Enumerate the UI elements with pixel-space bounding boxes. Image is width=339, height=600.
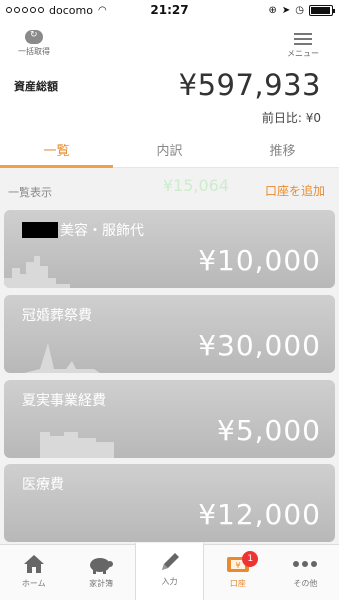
status-time: 21:27 <box>150 3 189 17</box>
bulk-fetch-button[interactable]: 一括取得 <box>14 30 54 57</box>
tabbar-label: その他 <box>293 579 318 588</box>
hamburger-icon <box>294 33 312 45</box>
account-card[interactable]: 夏実事業経費 ¥5,000 <box>4 380 335 458</box>
tab-list[interactable]: 一覧 <box>0 132 113 168</box>
view-tabs: 一覧 内訳 推移 <box>0 132 339 168</box>
account-card[interactable]: 冠婚葬祭費 ¥30,000 <box>4 295 335 373</box>
more-icon <box>272 551 339 577</box>
piggy-bank-icon <box>67 551 134 577</box>
status-right: ⊕ ➤ ◷ <box>213 4 335 16</box>
total-assets-label: 資産総額 <box>14 80 58 93</box>
status-left: docomo ◠ <box>6 4 126 17</box>
account-name: 美容・服飾代 <box>22 220 144 240</box>
status-bar: docomo ◠ 21:27 ⊕ ➤ ◷ <box>0 0 339 20</box>
signal-strength-icon <box>6 7 44 13</box>
account-name: 冠婚葬祭費 <box>22 308 92 324</box>
svg-text:¥: ¥ <box>235 561 240 570</box>
tab-trend[interactable]: 推移 <box>226 132 339 167</box>
tabbar-item-household[interactable]: 家計簿 <box>67 545 134 600</box>
faded-amount: ¥15,064 <box>162 176 229 195</box>
total-assets-value: ¥597,933 <box>178 68 321 102</box>
list-header: ¥15,064 一覧表示 口座を追加 <box>0 176 339 206</box>
account-balance: ¥10,000 <box>198 244 321 277</box>
battery-icon <box>309 4 335 16</box>
pencil-icon <box>136 549 203 575</box>
tabbar-label: ホーム <box>21 579 46 588</box>
wifi-icon: ◠ <box>97 4 107 16</box>
redacted-block <box>22 222 58 238</box>
account-name: 医療費 <box>22 477 64 493</box>
account-balance: ¥12,000 <box>198 498 321 531</box>
tab-breakdown[interactable]: 内訳 <box>113 132 226 167</box>
alarm-icon: ◷ <box>295 4 304 16</box>
account-balance: ¥5,000 <box>217 414 321 447</box>
tabbar-label: 家計簿 <box>89 579 114 588</box>
add-account-button[interactable]: 口座を追加 <box>265 182 325 199</box>
bottom-tab-bar: ホーム 家計簿 入力 ¥ 1 口座 その他 <box>0 543 339 600</box>
account-card[interactable]: 医療費 ¥12,000 <box>4 464 335 542</box>
balance-sparkline <box>4 432 114 458</box>
cloud-refresh-icon <box>25 30 43 44</box>
carrier-name: docomo <box>49 3 93 17</box>
wallet-icon: ¥ <box>204 551 271 577</box>
bulk-fetch-label: 一括取得 <box>18 47 50 56</box>
menu-label: メニュー <box>287 49 319 58</box>
home-icon <box>0 551 67 577</box>
balance-sparkline <box>4 343 100 373</box>
tabbar-label: 入力 <box>161 577 178 586</box>
tabbar-item-input[interactable]: 入力 <box>134 543 205 600</box>
location-icon: ➤ <box>281 4 291 16</box>
rotation-lock-icon: ⊕ <box>268 4 277 16</box>
list-view-label: 一覧表示 <box>8 186 52 199</box>
tabbar-item-more[interactable]: その他 <box>272 545 339 600</box>
account-card[interactable]: 美容・服飾代 ¥10,000 <box>4 210 335 288</box>
tabbar-item-accounts[interactable]: ¥ 1 口座 <box>204 545 271 600</box>
day-over-day-diff: 前日比: ¥0 <box>261 111 321 125</box>
tabbar-item-home[interactable]: ホーム <box>0 545 67 600</box>
balance-sparkline <box>4 256 70 288</box>
account-balance: ¥30,000 <box>198 329 321 362</box>
menu-button[interactable]: メニュー <box>283 30 323 59</box>
tabbar-label: 口座 <box>229 579 246 588</box>
asset-header: 一括取得 メニュー 資産総額 ¥597,933 前日比: ¥0 <box>0 20 339 132</box>
account-name: 夏実事業経費 <box>22 393 106 409</box>
